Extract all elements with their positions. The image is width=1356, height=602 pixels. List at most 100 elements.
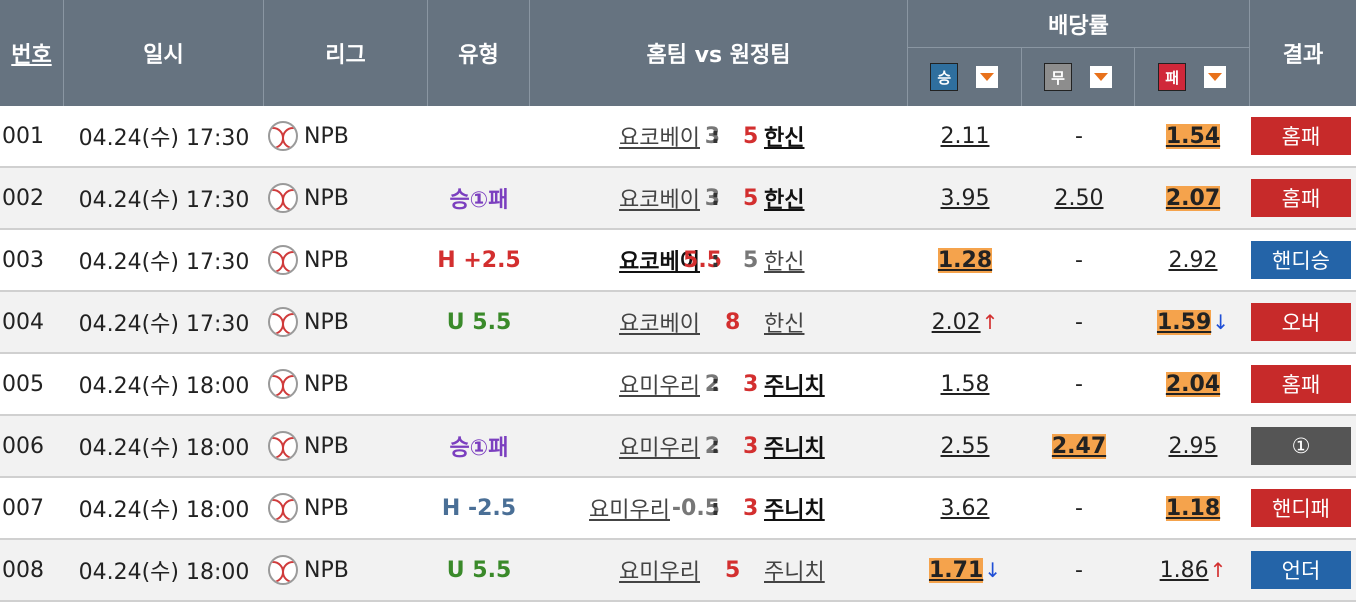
odds-win-value[interactable]: 3.95 <box>941 186 990 211</box>
home-team-link[interactable]: 요코베이 <box>619 120 700 152</box>
home-team-link[interactable]: 요미우리 <box>619 554 700 586</box>
away-team-link[interactable]: 한신 <box>764 182 804 214</box>
odds-up-arrow-icon: ↑ <box>1209 558 1227 582</box>
table-row: 004 04.24(수) 17:30 NPB U 5.5 요코베이 8 한신 2… <box>0 292 1356 354</box>
odds-draw: - <box>1022 230 1136 290</box>
odds-win-value[interactable]: 3.62 <box>941 496 990 521</box>
header-odds-draw: 무 <box>1022 48 1136 106</box>
away-score: 5 <box>743 123 759 149</box>
result-badge: 오버 <box>1251 303 1351 341</box>
home-team-link[interactable]: 요코베이 <box>619 182 700 214</box>
table-header: 번호 일시 리그 유형 홈팀 vs 원정팀 배당률 승 무 패 결과 <box>0 0 1356 106</box>
odds-down-arrow-icon: ↓ <box>984 558 1002 582</box>
row-match: 요코베이 5.5 : 5 한신 <box>530 230 908 290</box>
row-type: U 5.5 <box>446 309 512 335</box>
row-number: 007 <box>2 495 44 521</box>
away-team-link[interactable]: 주니치 <box>764 368 825 400</box>
away-score: 5 <box>743 247 759 273</box>
odds-win-value[interactable]: 2.02 <box>932 310 981 335</box>
odds-lose-value[interactable]: 2.04 <box>1165 371 1221 397</box>
odds-win-value[interactable]: 1.28 <box>937 247 993 273</box>
odds-lose-value[interactable]: 1.86 <box>1160 558 1209 583</box>
odds-win: 3.62 <box>908 478 1022 538</box>
odds-win: 1.28 <box>908 230 1022 290</box>
row-type: 승①패 <box>449 188 509 213</box>
row-result: 홈패 <box>1250 106 1352 166</box>
header-datetime: 일시 <box>64 0 264 106</box>
row-datetime: 04.24(수) 17:30 <box>78 312 250 337</box>
score-separator: : <box>711 123 720 149</box>
sort-win-dropdown-icon[interactable] <box>976 66 999 88</box>
league-label: NPB <box>304 433 349 459</box>
home-team-link[interactable]: 요코베이 <box>619 306 700 338</box>
odds-win-value[interactable]: 1.58 <box>941 372 990 397</box>
baseball-icon <box>268 183 298 213</box>
row-datetime: 04.24(수) 18:00 <box>78 498 250 523</box>
away-team-link[interactable]: 주니치 <box>764 554 825 586</box>
odds-lose: 2.92 <box>1136 230 1250 290</box>
odds-draw: - <box>1022 292 1136 352</box>
odds-win-value[interactable]: 2.55 <box>941 434 990 459</box>
row-match: 요미우리 5 주니치 <box>530 540 908 600</box>
odds-draw-value: - <box>1075 123 1083 149</box>
odds-up-arrow-icon: ↑ <box>981 310 999 334</box>
odds-draw-value: - <box>1075 247 1083 273</box>
row-league: NPB <box>268 478 428 538</box>
odds-draw-value: - <box>1075 371 1083 397</box>
row-league: NPB <box>268 416 428 476</box>
sort-lose-dropdown-icon[interactable] <box>1204 66 1227 88</box>
result-badge: 홈패 <box>1251 365 1351 403</box>
baseball-icon <box>268 369 298 399</box>
odds-win-value[interactable]: 1.71 <box>928 557 984 583</box>
score-separator: : <box>711 371 720 397</box>
betting-results-table: 번호 일시 리그 유형 홈팀 vs 원정팀 배당률 승 무 패 결과 001 0… <box>0 0 1356 602</box>
row-type: U 5.5 <box>446 557 512 583</box>
odds-lose: 2.95 <box>1136 416 1250 476</box>
odds-draw-value[interactable]: 2.50 <box>1055 186 1104 211</box>
header-odds-win: 승 <box>908 48 1022 106</box>
away-team-link[interactable]: 한신 <box>764 306 804 338</box>
header-odds-lose: 패 <box>1135 48 1249 106</box>
row-datetime: 04.24(수) 18:00 <box>78 436 250 461</box>
result-badge: ① <box>1251 427 1351 465</box>
row-number: 003 <box>2 247 44 273</box>
odds-lose-value[interactable]: 2.95 <box>1169 434 1218 459</box>
odds-lose: 2.07 <box>1136 168 1250 228</box>
home-team-link[interactable]: 요미우리 <box>619 368 700 400</box>
odds-lose-value[interactable]: 1.54 <box>1165 123 1221 149</box>
home-team-link[interactable]: 요미우리 <box>589 492 670 524</box>
away-team-link[interactable]: 주니치 <box>764 430 825 462</box>
away-team-link[interactable]: 한신 <box>764 120 804 152</box>
baseball-icon <box>268 121 298 151</box>
league-label: NPB <box>304 495 349 521</box>
row-datetime: 04.24(수) 17:30 <box>78 250 250 275</box>
home-team-link[interactable]: 요미우리 <box>619 430 700 462</box>
win-icon: 승 <box>930 63 959 91</box>
odds-lose-value[interactable]: 1.18 <box>1165 495 1221 521</box>
row-result: 홈패 <box>1250 168 1352 228</box>
odds-draw: - <box>1022 540 1136 600</box>
odds-lose-value[interactable]: 2.07 <box>1165 185 1221 211</box>
league-label: NPB <box>304 309 349 335</box>
odds-lose-value[interactable]: 1.59 <box>1156 309 1212 335</box>
odds-lose-value[interactable]: 2.92 <box>1169 248 1218 273</box>
result-badge: 언더 <box>1251 551 1351 589</box>
score-separator: : <box>711 185 720 211</box>
away-team-link[interactable]: 한신 <box>764 244 804 276</box>
sort-draw-dropdown-icon[interactable] <box>1090 66 1112 88</box>
odds-win: 1.58 <box>908 354 1022 414</box>
odds-lose: 2.04 <box>1136 354 1250 414</box>
row-result: 언더 <box>1250 540 1352 600</box>
header-no[interactable]: 번호 <box>0 0 64 106</box>
total-score: 8 <box>725 309 741 335</box>
odds-win-value[interactable]: 2.11 <box>941 124 990 149</box>
odds-draw-value[interactable]: 2.47 <box>1051 433 1107 459</box>
odds-down-arrow-icon: ↓ <box>1212 310 1230 334</box>
row-match: 요코베이 8 한신 <box>530 292 908 352</box>
result-badge: 핸디패 <box>1251 489 1351 527</box>
sort-by-number-link[interactable]: 번호 <box>11 37 51 69</box>
row-type <box>428 354 530 414</box>
away-team-link[interactable]: 주니치 <box>764 492 825 524</box>
baseball-icon <box>268 431 298 461</box>
score-separator: : <box>711 247 720 273</box>
